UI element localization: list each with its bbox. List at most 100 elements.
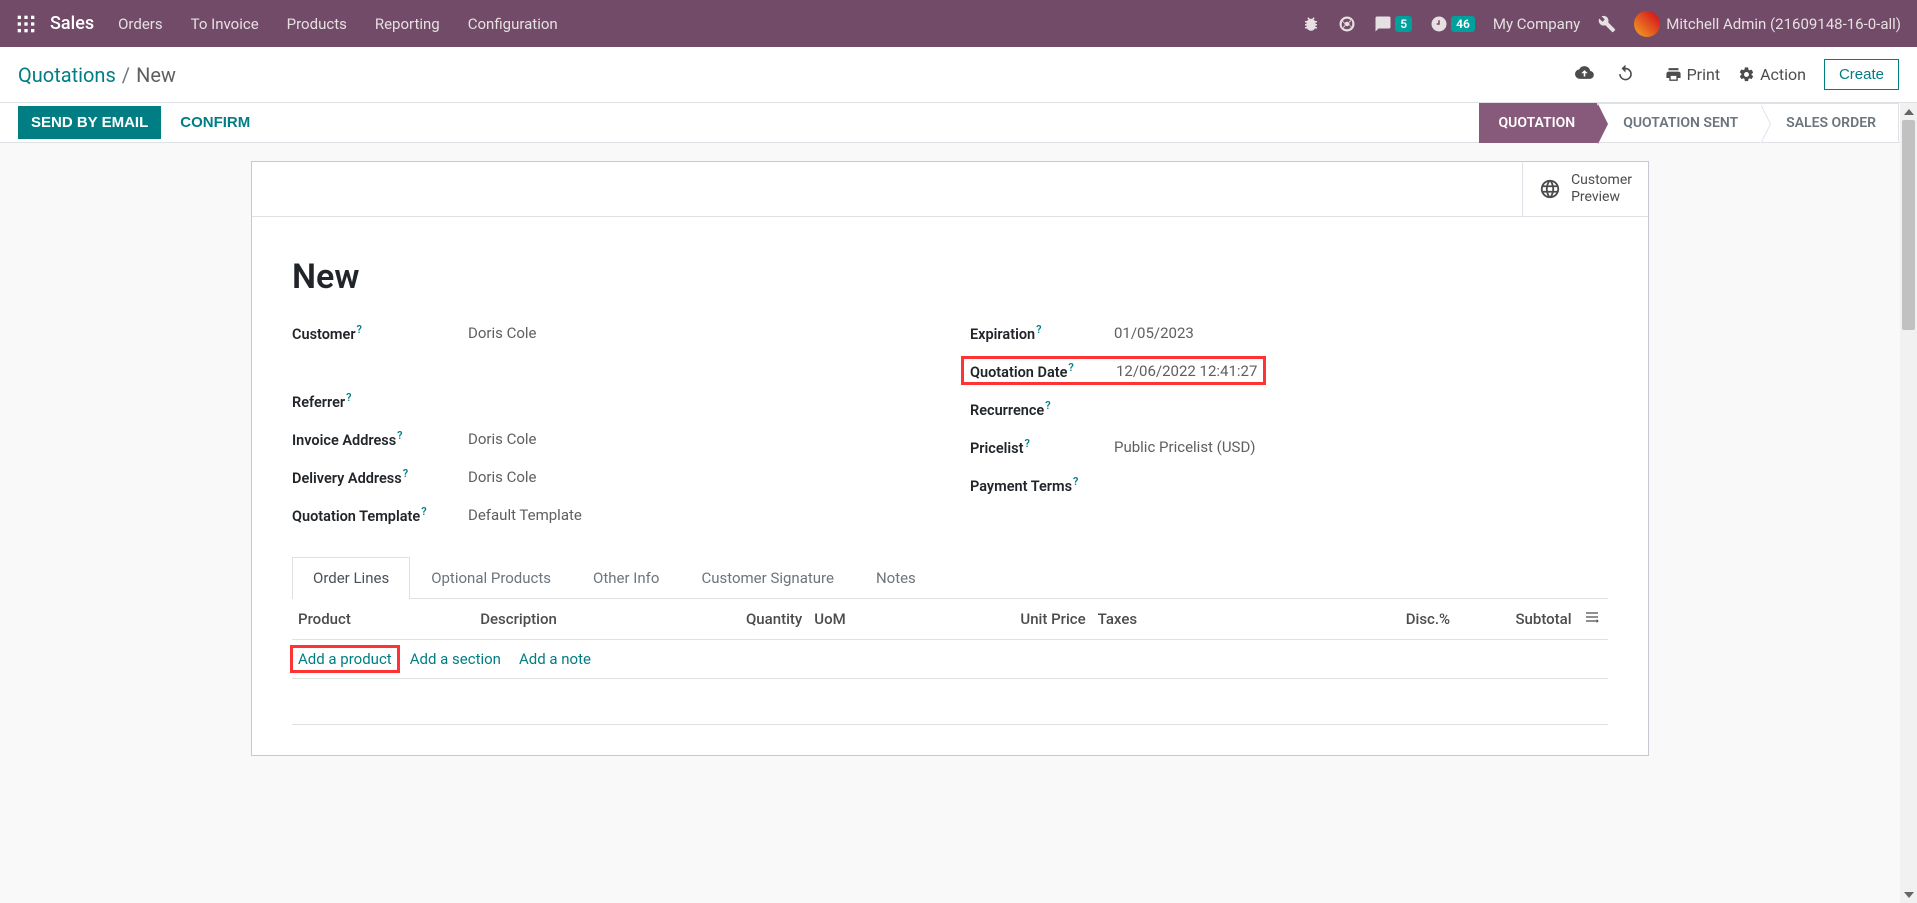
quotation-template-field[interactable]: Default Template (468, 506, 582, 524)
quotation-template-label: Quotation Template (292, 507, 420, 524)
apps-launcher-icon[interactable] (16, 14, 36, 34)
recurrence-label: Recurrence (970, 401, 1044, 418)
menu-configuration[interactable]: Configuration (468, 15, 558, 33)
help-icon[interactable]: ? (421, 505, 426, 518)
company-selector[interactable]: My Company (1493, 15, 1580, 33)
tools-icon[interactable] (1598, 15, 1616, 33)
quotation-date-highlight: Quotation Date? 12/06/2022 12:41:27 (961, 356, 1266, 386)
col-options-icon[interactable] (1578, 599, 1608, 640)
col-product: Product (292, 599, 474, 640)
delivery-address-label: Delivery Address (292, 469, 402, 486)
payment-terms-label: Payment Terms (970, 477, 1072, 494)
messages-badge: 5 (1395, 16, 1412, 32)
print-label: Print (1687, 65, 1720, 84)
invoice-address-field[interactable]: Doris Cole (468, 430, 537, 448)
activities-badge: 46 (1451, 16, 1475, 32)
top-menu: Orders To Invoice Products Reporting Con… (118, 15, 558, 33)
tab-optional-products[interactable]: Optional Products (410, 557, 572, 598)
form-left-column: Customer? Doris Cole Referrer? Invoice A… (292, 323, 930, 543)
col-disc: Disc.% (1375, 599, 1456, 640)
action-label: Action (1760, 65, 1806, 84)
action-bar: Quotations / New Print Action Create (0, 47, 1917, 103)
help-icon[interactable]: ? (1036, 323, 1041, 336)
breadcrumb-current: New (136, 63, 176, 87)
expiration-field[interactable]: 01/05/2023 (1114, 324, 1194, 342)
add-product-link[interactable]: Add a product (290, 645, 400, 673)
help-icon[interactable]: ? (357, 323, 362, 336)
button-box: Customer Preview (252, 162, 1648, 217)
step-sales-order[interactable]: SALES ORDER (1760, 103, 1899, 143)
customer-label: Customer (292, 325, 356, 342)
menu-products[interactable]: Products (287, 15, 347, 33)
tab-notes[interactable]: Notes (855, 557, 937, 598)
customer-preview-button[interactable]: Customer Preview (1522, 162, 1648, 216)
preview-label-l2: Preview (1571, 189, 1632, 206)
page-title: New (292, 257, 1608, 297)
send-by-email-button[interactable]: SEND BY EMAIL (18, 106, 161, 139)
expiration-label: Expiration (970, 325, 1035, 342)
cloud-save-icon[interactable] (1575, 63, 1594, 86)
col-subtotal: Subtotal (1456, 599, 1577, 640)
notebook-tabs: Order Lines Optional Products Other Info… (292, 557, 1608, 599)
scroll-thumb[interactable] (1902, 120, 1915, 330)
add-section-link[interactable]: Add a section (410, 650, 501, 668)
systray: 5 46 My Company Mitchell Admin (21609148… (1302, 11, 1901, 37)
bug-icon[interactable] (1302, 15, 1320, 33)
pricelist-field[interactable]: Public Pricelist (USD) (1114, 438, 1256, 456)
support-icon[interactable] (1338, 15, 1356, 33)
add-note-link[interactable]: Add a note (519, 650, 591, 668)
app-brand[interactable]: Sales (50, 13, 94, 34)
col-quantity: Quantity (697, 599, 808, 640)
preview-label-l1: Customer (1571, 172, 1632, 189)
referrer-label: Referrer (292, 393, 345, 410)
user-menu[interactable]: Mitchell Admin (21609148-16-0-all) (1634, 11, 1901, 37)
confirm-button[interactable]: CONFIRM (167, 106, 263, 139)
quotation-date-label: Quotation Date (970, 363, 1067, 380)
scroll-down-icon[interactable] (1900, 886, 1917, 903)
col-taxes: Taxes (1092, 599, 1375, 640)
col-unit-price: Unit Price (990, 599, 1091, 640)
tab-order-lines[interactable]: Order Lines (292, 557, 410, 599)
form-sheet: Customer Preview New Customer? Doris Col… (251, 161, 1649, 756)
help-icon[interactable]: ? (1068, 361, 1073, 374)
print-button[interactable]: Print (1665, 65, 1720, 84)
discard-icon[interactable] (1616, 63, 1635, 86)
delivery-address-field[interactable]: Doris Cole (468, 468, 537, 486)
form-right-column: Expiration? 01/05/2023 Quotation Date? 1… (970, 323, 1608, 543)
main-content: Customer Preview New Customer? Doris Col… (0, 143, 1900, 903)
user-name: Mitchell Admin (21609148-16-0-all) (1666, 15, 1901, 33)
help-icon[interactable]: ? (397, 429, 402, 442)
scrollbar-vertical[interactable] (1900, 103, 1917, 903)
menu-reporting[interactable]: Reporting (375, 15, 440, 33)
col-uom: UoM (808, 599, 990, 640)
breadcrumb-quotations[interactable]: Quotations (18, 63, 116, 87)
invoice-address-label: Invoice Address (292, 431, 396, 448)
scroll-up-icon[interactable] (1900, 103, 1917, 120)
help-icon[interactable]: ? (1025, 437, 1030, 450)
top-navbar: Sales Orders To Invoice Products Reporti… (0, 0, 1917, 47)
menu-orders[interactable]: Orders (118, 15, 163, 33)
step-quotation[interactable]: QUOTATION (1479, 103, 1597, 143)
breadcrumb: Quotations / New (18, 63, 176, 87)
customer-field[interactable]: Doris Cole (468, 324, 537, 342)
pricelist-label: Pricelist (970, 439, 1024, 456)
help-icon[interactable]: ? (1045, 399, 1050, 412)
help-icon[interactable]: ? (346, 391, 351, 404)
action-button[interactable]: Action (1738, 65, 1806, 84)
messages-icon[interactable]: 5 (1374, 15, 1412, 33)
status-bar: SEND BY EMAIL CONFIRM QUOTATION QUOTATIO… (0, 103, 1917, 143)
avatar (1634, 11, 1660, 37)
help-icon[interactable]: ? (1073, 475, 1078, 488)
add-row: Add a product Add a section Add a note (292, 639, 1608, 678)
tab-other-info[interactable]: Other Info (572, 557, 680, 598)
create-button[interactable]: Create (1824, 59, 1899, 90)
quotation-date-field[interactable]: 12/06/2022 12:41:27 (1116, 362, 1257, 380)
menu-to-invoice[interactable]: To Invoice (191, 15, 259, 33)
status-steps: QUOTATION QUOTATION SENT SALES ORDER (1479, 103, 1899, 142)
step-quotation-sent[interactable]: QUOTATION SENT (1597, 103, 1760, 143)
breadcrumb-separator: / (122, 63, 130, 87)
help-icon[interactable]: ? (403, 467, 408, 480)
col-description: Description (474, 599, 697, 640)
tab-customer-signature[interactable]: Customer Signature (680, 557, 855, 598)
activities-icon[interactable]: 46 (1430, 15, 1475, 33)
